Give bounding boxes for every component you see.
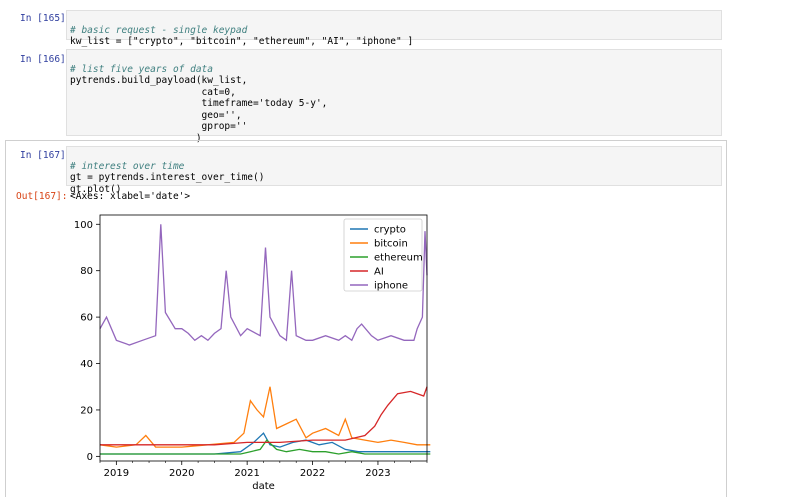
code-comment: # basic request - single keypad: [70, 24, 248, 36]
code-cell-166-text: # list five years of data pytrends.build…: [70, 52, 327, 144]
code-comment: # interest over time: [70, 160, 185, 172]
code-line: gprop='': [70, 121, 248, 132]
cell-prompt-167: In [167]:: [20, 150, 72, 161]
output-text: <Axes: xlabel='date'>: [70, 191, 191, 202]
code-comment: # list five years of data: [70, 63, 213, 75]
series-line-bitcoin: [99, 386, 431, 448]
code-cell-167-text: # interest over time gt = pytrends.inter…: [70, 149, 264, 195]
cell-prompt-166: In [166]:: [20, 54, 72, 65]
code-line: timeframe='today 5-y',: [70, 98, 328, 109]
x-axis-label: date: [252, 481, 275, 492]
output-prompt-167: Out[167]:: [16, 191, 68, 202]
y-tick-label: 40: [80, 359, 93, 370]
legend-label-bitcoin: bitcoin: [374, 239, 408, 250]
y-tick-label: 20: [80, 405, 93, 416]
code-line: geo='',: [70, 109, 242, 121]
trends-line-chart: 0 20 40 60 80 100 2019 2020 2021 2022 2023 date cryp…: [74, 214, 431, 492]
y-tick-label: 60: [80, 313, 93, 324]
cell-prompt-165: In [165]:: [20, 13, 72, 24]
y-tick-label: 0: [87, 452, 93, 463]
legend-label-crypto: crypto: [374, 225, 406, 236]
code-line: pytrends.build_payload(kw_list,: [70, 75, 248, 86]
y-tick-label: 100: [74, 220, 93, 231]
legend-label-AI: AI: [374, 267, 384, 278]
legend-label-ethereum: ethereum: [374, 253, 423, 264]
code-line: kw_list = ["crypto", "bitcoin", "ethereu…: [70, 36, 414, 47]
code-line: gt = pytrends.interest_over_time(): [70, 172, 265, 183]
x-tick-label: 2023: [365, 468, 390, 479]
series-line-crypto: [100, 432, 431, 455]
code-line: cat=0,: [70, 86, 236, 98]
x-tick-label: 2020: [169, 468, 194, 479]
legend-label-iphone: iphone: [374, 281, 408, 292]
code-cell-165-text: # basic request - single keypad kw_list …: [70, 13, 413, 48]
y-tick-label: 80: [80, 266, 93, 277]
x-tick-label: 2022: [300, 468, 325, 479]
x-tick-label: 2021: [234, 468, 259, 479]
x-tick-label: 2019: [104, 468, 129, 479]
